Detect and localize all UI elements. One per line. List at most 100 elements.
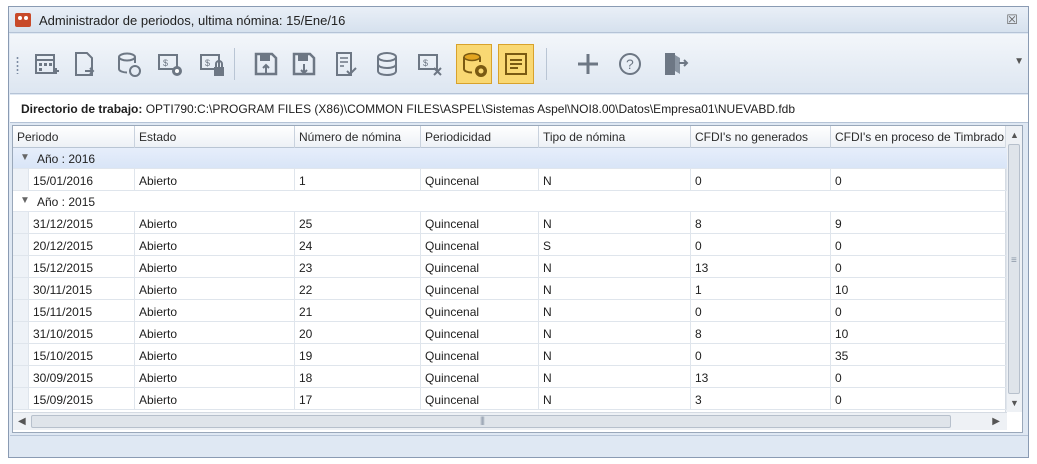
- payroll-lock-icon: $: [200, 54, 224, 76]
- table-cell: 24: [295, 234, 421, 256]
- svg-text:$: $: [423, 58, 428, 68]
- table-cell: 0: [691, 169, 831, 191]
- status-bar: [10, 435, 1028, 457]
- database-list-icon: [377, 52, 397, 77]
- table-cell: 23: [295, 256, 421, 278]
- table-row[interactable]: 20/12/2015 Abierto 24 Quincenal S 0 0: [13, 234, 1007, 256]
- table-cell: 0: [831, 388, 1007, 410]
- table-cell: 8: [691, 322, 831, 344]
- chevron-down-icon[interactable]: ▼: [20, 195, 30, 206]
- table-cell: Abierto: [135, 300, 295, 322]
- save-down-button[interactable]: [286, 44, 322, 84]
- scroll-down-icon[interactable]: ▼: [1010, 398, 1019, 408]
- vertical-scroll-thumb[interactable]: [1008, 144, 1020, 394]
- table-cell: 19: [295, 344, 421, 366]
- table-cell: 30/11/2015: [29, 278, 135, 300]
- add-button[interactable]: [570, 44, 606, 84]
- period-manager-window: Administrador de periodos, ultima nómina…: [8, 6, 1029, 458]
- save-up-button[interactable]: [248, 44, 284, 84]
- group-indent: [13, 212, 29, 234]
- horizontal-scroll-thumb[interactable]: [31, 415, 951, 428]
- table-cell: 35: [831, 344, 1007, 366]
- column-header[interactable]: Estado: [135, 126, 295, 148]
- toolbar-overflow-chevron-icon[interactable]: ▼: [1014, 56, 1024, 67]
- table-row[interactable]: 30/09/2015 Abierto 18 Quincenal N 13 0: [13, 366, 1007, 388]
- table-row[interactable]: 15/11/2015 Abierto 21 Quincenal N 0 0: [13, 300, 1007, 322]
- table-cell: 0: [691, 344, 831, 366]
- group-indent: [13, 169, 29, 191]
- table-cell: 8: [691, 212, 831, 234]
- group-label: Año : 2015: [37, 195, 96, 209]
- column-header[interactable]: Periodo: [13, 126, 135, 148]
- working-directory: Directorio de trabajo: OPTI790:C:\PROGRA…: [10, 95, 1028, 123]
- table-cell: Abierto: [135, 234, 295, 256]
- save-up-icon: [254, 52, 278, 76]
- help-button[interactable]: ?: [612, 44, 648, 84]
- vertical-scrollbar[interactable]: ▲ ▼: [1005, 126, 1022, 412]
- payroll-settings-button[interactable]: $: [152, 44, 188, 84]
- table-cell: N: [539, 278, 691, 300]
- table-cell: Abierto: [135, 388, 295, 410]
- scroll-left-icon[interactable]: ◀: [18, 416, 26, 427]
- window-title: Administrador de periodos, ultima nómina…: [39, 13, 346, 28]
- table-cell: Quincenal: [421, 322, 539, 344]
- table-cell: N: [539, 388, 691, 410]
- database-sync-button[interactable]: [110, 44, 146, 84]
- chevron-down-icon[interactable]: ▼: [20, 152, 30, 163]
- group-indent: [13, 300, 29, 322]
- scroll-right-icon[interactable]: ▶: [992, 416, 1000, 427]
- document-arrow-button[interactable]: [66, 44, 102, 84]
- table-cell: 10: [831, 278, 1007, 300]
- table-cell: Abierto: [135, 278, 295, 300]
- table-cell: N: [539, 366, 691, 388]
- close-button[interactable]: ☒: [1004, 12, 1020, 28]
- group-row[interactable]: ▼ Año : 2016: [13, 148, 1007, 169]
- column-header[interactable]: Número de nómina: [295, 126, 421, 148]
- database-sync-icon: [118, 52, 141, 77]
- table-row[interactable]: 30/11/2015 Abierto 22 Quincenal N 1 10: [13, 278, 1007, 300]
- table-cell: 17: [295, 388, 421, 410]
- document-check-button[interactable]: [328, 44, 364, 84]
- table-row[interactable]: 15/12/2015 Abierto 23 Quincenal N 13 0: [13, 256, 1007, 278]
- table-row[interactable]: 15/10/2015 Abierto 19 Quincenal N 0 35: [13, 344, 1007, 366]
- database-list-button[interactable]: [370, 44, 406, 84]
- table-cell: Quincenal: [421, 366, 539, 388]
- exit-button[interactable]: [656, 44, 692, 84]
- exit-icon: [665, 53, 689, 75]
- table-cell: N: [539, 212, 691, 234]
- scroll-up-icon[interactable]: ▲: [1010, 130, 1019, 140]
- table-row[interactable]: 15/01/2016 Abierto 1 Quincenal N 0 0: [13, 169, 1007, 191]
- document-check-icon: [336, 52, 357, 76]
- notes-icon: [505, 53, 527, 75]
- payroll-lock-button[interactable]: $: [194, 44, 230, 84]
- column-header[interactable]: CFDI's no generados: [691, 126, 831, 148]
- payroll-cancel-button[interactable]: $: [412, 44, 448, 84]
- table-cell: Abierto: [135, 212, 295, 234]
- group-indent: [13, 366, 29, 388]
- toolbar-grip[interactable]: [16, 56, 19, 74]
- table-cell: 31/12/2015: [29, 212, 135, 234]
- table-cell: N: [539, 300, 691, 322]
- table-cell: 0: [691, 300, 831, 322]
- table-cell: N: [539, 322, 691, 344]
- calendar-add-button[interactable]: [28, 44, 64, 84]
- table-cell: 15/11/2015: [29, 300, 135, 322]
- column-header[interactable]: Periodicidad: [421, 126, 539, 148]
- column-header[interactable]: CFDI's en proceso de Timbrado: [831, 126, 1007, 148]
- table-row[interactable]: 31/12/2015 Abierto 25 Quincenal N 8 9: [13, 212, 1007, 234]
- add-icon: [578, 54, 598, 74]
- horizontal-scrollbar[interactable]: ◀ ▶: [13, 412, 1007, 430]
- table-row[interactable]: 31/10/2015 Abierto 20 Quincenal N 8 10: [13, 322, 1007, 344]
- table-cell: 22: [295, 278, 421, 300]
- database-gear-button[interactable]: [456, 44, 492, 84]
- table-cell: 15/10/2015: [29, 344, 135, 366]
- table-row[interactable]: 15/09/2015 Abierto 17 Quincenal N 3 0: [13, 388, 1007, 410]
- group-row[interactable]: ▼ Año : 2015: [13, 191, 1007, 212]
- table-cell: Quincenal: [421, 234, 539, 256]
- table-cell: Quincenal: [421, 388, 539, 410]
- notes-button[interactable]: [498, 44, 534, 84]
- table-cell: 21: [295, 300, 421, 322]
- table-cell: 13: [691, 366, 831, 388]
- document-arrow-icon: [75, 52, 95, 76]
- column-header[interactable]: Tipo de nómina: [539, 126, 691, 148]
